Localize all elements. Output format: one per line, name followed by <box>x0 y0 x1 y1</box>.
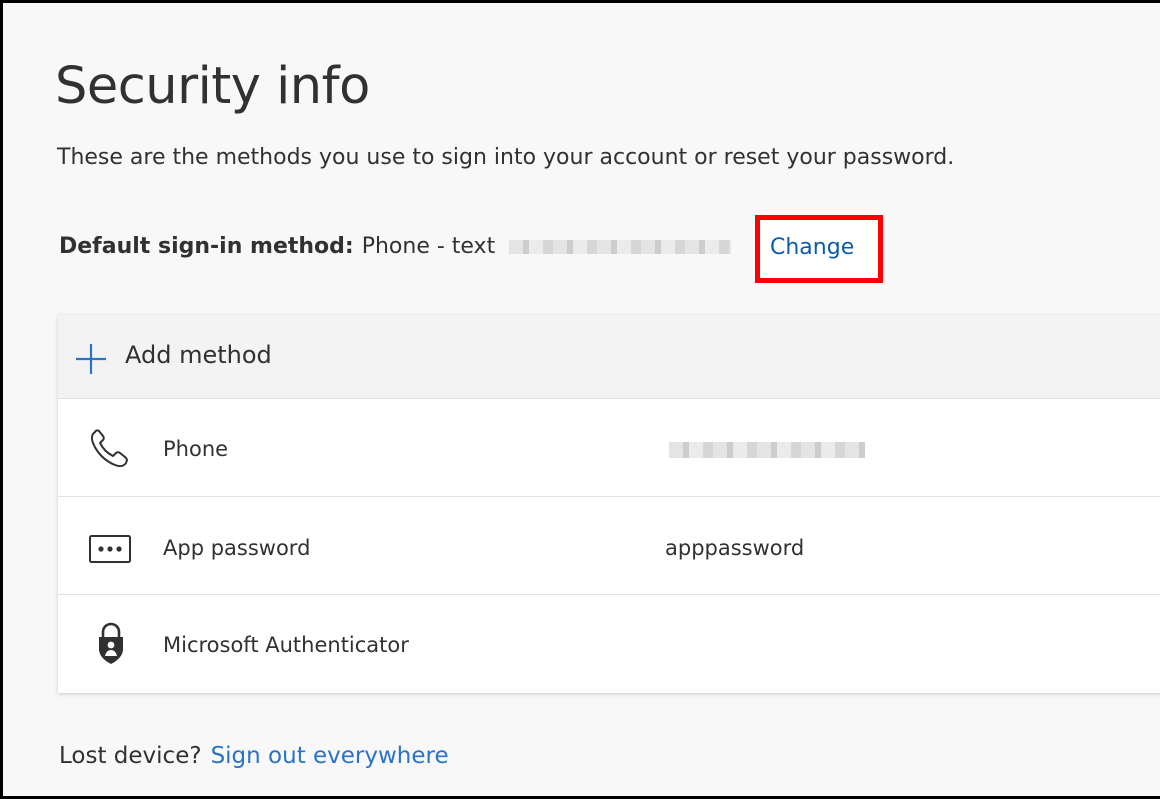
default-sign-in-method: Default sign-in method: Phone - text <box>59 234 732 259</box>
redacted-phone-number <box>509 239 732 254</box>
method-name-phone: Phone <box>163 437 229 461</box>
method-row-app-password: App password apppassword <box>58 497 1160 595</box>
method-name-app-password: App password <box>163 536 311 560</box>
phone-icon <box>90 429 128 468</box>
method-row-authenticator: Microsoft Authenticator <box>58 595 1160 693</box>
default-method-value: Phone - text <box>361 234 496 259</box>
add-method-label: Add method <box>125 341 272 369</box>
authenticator-lock-icon <box>99 622 123 664</box>
sign-out-everywhere-link[interactable]: Sign out everywhere <box>211 743 449 769</box>
security-info-page: Security info These are the methods you … <box>0 0 1160 799</box>
add-method-button[interactable]: Add method <box>58 315 1160 399</box>
redacted-phone-detail <box>669 442 865 458</box>
app-password-icon <box>89 535 131 563</box>
method-name-authenticator: Microsoft Authenticator <box>163 633 409 657</box>
methods-list: Add method Phone App password apppasswor… <box>58 315 1160 693</box>
plus-icon <box>76 344 106 374</box>
lost-device-row: Lost device? Sign out everywhere <box>59 743 449 769</box>
method-row-phone: Phone <box>58 399 1160 497</box>
page-title: Security info <box>55 57 370 116</box>
change-default-method-link[interactable]: Change <box>770 235 854 260</box>
method-detail-app-password: apppassword <box>665 536 805 560</box>
default-method-label: Default sign-in method: <box>59 234 354 259</box>
page-description: These are the methods you use to sign in… <box>57 145 955 170</box>
lost-device-text: Lost device? <box>59 743 202 769</box>
